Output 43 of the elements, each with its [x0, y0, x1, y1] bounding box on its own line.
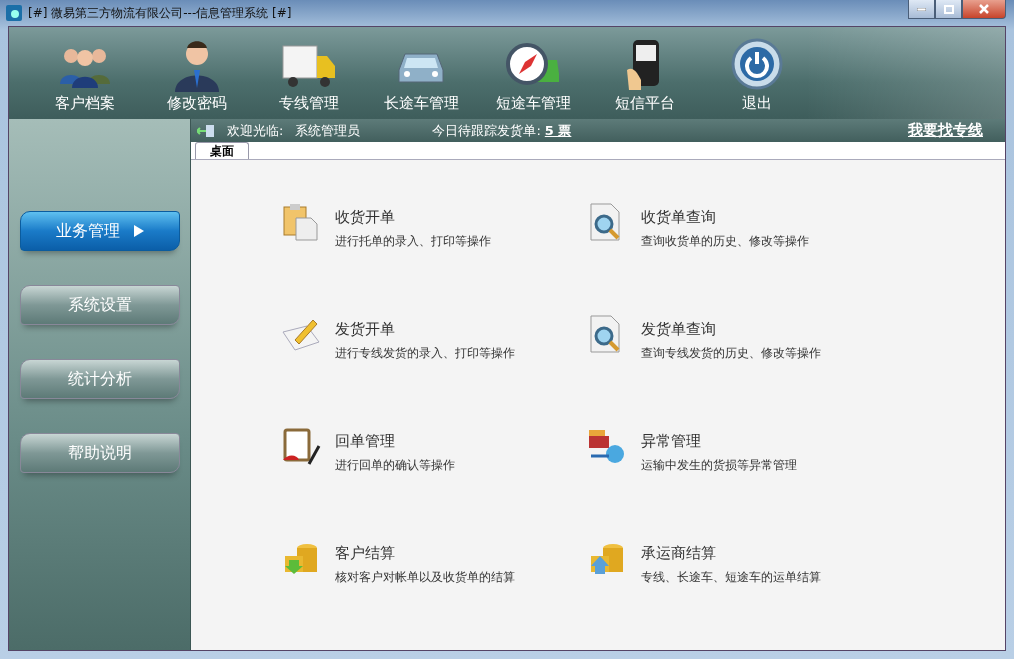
power-icon	[729, 36, 785, 92]
function-description: 查询收货单的历史、修改等操作	[641, 233, 809, 250]
function-description: 运输中发生的货损等异常管理	[641, 457, 797, 474]
toolbar-button[interactable]: 长途车管理	[365, 27, 477, 119]
function-title[interactable]: 发货单查询	[641, 320, 821, 339]
pending-count[interactable]: 5 票	[544, 121, 572, 140]
close-icon	[979, 4, 989, 14]
toolbar-button[interactable]: 修改密码	[141, 27, 253, 119]
function-description: 进行专线发货的录入、打印等操作	[335, 345, 515, 362]
function-title[interactable]: 发货开单	[335, 320, 515, 339]
function-description: 查询专线发货的历史、修改等操作	[641, 345, 821, 362]
toolbar-button[interactable]: 退出	[701, 27, 813, 119]
app-icon	[6, 5, 22, 21]
minimize-button[interactable]	[908, 0, 935, 19]
function-title[interactable]: 异常管理	[641, 432, 797, 451]
minimize-icon	[917, 7, 926, 11]
function-description: 专线、长途车、短途车的运单结算	[641, 569, 821, 586]
find-line-link[interactable]: 我要找专线	[908, 121, 983, 140]
welcome-label: 欢迎光临:	[227, 121, 284, 140]
function-title[interactable]: 客户结算	[335, 544, 515, 563]
toolbar-button[interactable]: 短信平台	[589, 27, 701, 119]
maximize-button[interactable]	[935, 0, 962, 19]
maximize-icon	[943, 4, 954, 14]
function-title[interactable]: 回单管理	[335, 432, 455, 451]
function-description: 核对客户对帐单以及收货单的结算	[335, 569, 515, 586]
toolbar-button[interactable]: 客户档案	[29, 27, 141, 119]
function-title[interactable]: 承运商结算	[641, 544, 821, 563]
toolbar-button[interactable]: 短途车管理	[477, 27, 589, 119]
clipboard-pencil-icon	[281, 426, 321, 466]
tab[interactable]: 桌面	[195, 142, 249, 159]
pending-label: 今日待跟踪发货单:	[432, 121, 541, 140]
exit-door-icon	[197, 124, 215, 137]
user-name: 系统管理员	[295, 121, 361, 140]
sidebar-button[interactable]: 业务管理	[19, 211, 180, 251]
triangle-icon	[133, 225, 144, 237]
close-button[interactable]	[962, 0, 1006, 19]
function-description: 进行回单的确认等操作	[335, 457, 455, 474]
function-description: 进行托单的录入、打印等操作	[335, 233, 491, 250]
function-title[interactable]: 收货单查询	[641, 208, 809, 227]
clipboard-icon	[281, 202, 321, 242]
window-title: [#] 微易第三方物流有限公司---信息管理系统 [#]	[28, 4, 293, 22]
toolbar-button[interactable]: 专线管理	[253, 27, 365, 119]
function-title[interactable]: 收货开单	[335, 208, 491, 227]
